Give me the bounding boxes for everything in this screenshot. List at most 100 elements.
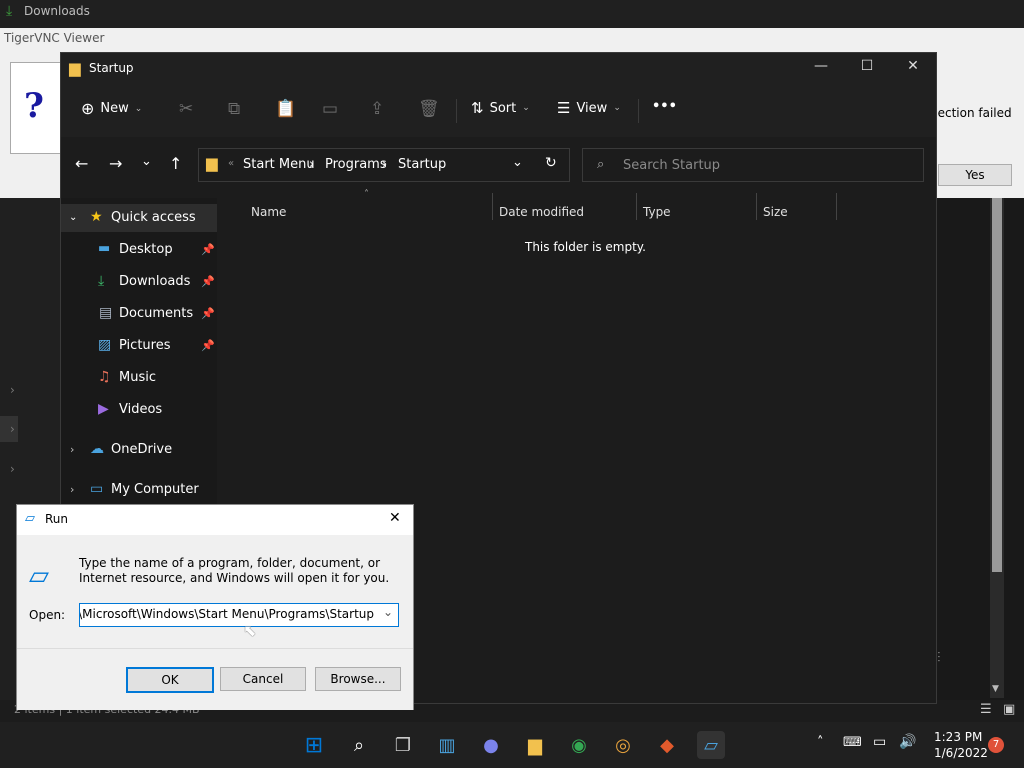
cancel-button[interactable]: Cancel [220,667,306,691]
network-icon[interactable]: ▭ [873,734,886,750]
column-header-type[interactable]: Type [643,205,671,219]
nav-item-label: Pictures [119,338,171,353]
nav-item-label: Music [119,370,156,385]
delete-icon[interactable]: 🗑 [418,99,440,119]
notification-badge[interactable]: 7 [988,737,1004,753]
nav-item-videos[interactable]: ▶ Videos [61,396,217,424]
up-arrow-icon[interactable]: ↑ [169,154,182,173]
pin-icon[interactable]: 📌 [201,243,215,256]
browser-button[interactable]: ◎ [609,731,637,759]
close-button[interactable]: ✕ [890,58,936,74]
rename-icon[interactable]: ▭ [322,99,338,119]
column-header-date-modified[interactable]: Date modified [499,205,584,219]
vnc-yes-button[interactable]: Yes [938,164,1012,186]
sort-button[interactable]: ⇅ Sort ⌄ [471,99,530,117]
nav-my-computer[interactable]: › ▭ My Computer [61,476,217,504]
sort-button-label: Sort [489,100,517,116]
nav-item-pictures[interactable]: ▨ Pictures 📌 [61,332,217,360]
more-options-button[interactable]: ••• [652,99,677,114]
pin-icon[interactable]: 📌 [201,307,215,320]
address-bar[interactable]: ▆ « Start Menu › Programs › Startup ⌄ ↻ [198,148,570,182]
explorer-title-bar[interactable]: ▆ Startup — ☐ ✕ [61,53,936,85]
chevron-down-icon[interactable]: ⌄ [382,605,393,619]
nav-item-documents[interactable]: ▤ Documents 📌 [61,300,217,328]
new-button[interactable]: ⊕ New ⌄ [81,99,142,118]
widgets-button[interactable]: ▥ [433,731,461,759]
pin-icon[interactable]: 📌 [201,275,215,288]
browse-button[interactable]: Browse... [315,667,401,691]
computer-icon: ▭ [90,481,104,497]
run-taskbar-button[interactable]: ▱ [697,731,725,759]
minimize-button[interactable]: — [798,58,844,74]
nav-item-desktop[interactable]: ▬ Desktop 📌 [61,236,217,264]
keyboard-icon[interactable]: ⌨ [843,735,862,750]
music-icon: ♫ [98,369,111,385]
forward-arrow-icon[interactable]: → [109,154,122,173]
nav-item-downloads[interactable]: ⤓ Downloads 📌 [61,268,217,296]
column-separator[interactable] [636,193,637,220]
search-taskbar-button[interactable]: ⌕ [345,731,373,759]
breadcrumb-startup[interactable]: Startup [398,157,446,172]
nav-item-label: Downloads [119,274,191,289]
search-box[interactable]: ⌕ Search Startup [582,148,924,182]
close-icon[interactable]: ✕ [389,510,401,526]
chevron-down-icon[interactable]: ⌄ [69,212,77,223]
search-icon: ⌕ [597,157,605,172]
chat-button[interactable]: ● [477,731,505,759]
file-explorer-taskbar-button[interactable]: ▆ [521,731,549,759]
details-view-icon[interactable]: ☰ [980,702,992,717]
sort-icon: ⇅ [471,99,484,117]
column-header-size[interactable]: Size [763,205,788,219]
chevron-up-icon[interactable]: ˄ [817,735,824,750]
nav-item-label: Documents [119,306,194,321]
column-separator[interactable] [756,193,757,220]
pin-icon[interactable]: 📌 [201,339,215,352]
column-header-name[interactable]: Name [251,205,286,219]
share-icon[interactable]: ⇪ [370,99,384,119]
ok-button[interactable]: OK [126,667,214,693]
breadcrumb-programs[interactable]: Programs [325,157,387,172]
back-arrow-icon[interactable]: ← [75,154,88,173]
scroll-down-icon[interactable]: ▼ [992,684,999,694]
copy-icon[interactable]: ⧉ [228,99,240,119]
chrome-button[interactable]: ◉ [565,731,593,759]
address-dropdown-icon[interactable]: ⌄ [512,155,523,170]
open-combobox[interactable]: \AppData\Roaming\Microsoft\Windows\Start… [79,603,399,627]
selected-row-marker [0,416,18,442]
taskbar: ⊞ ⌕ ❐ ▥ ● ▆ ◉ ◎ ◆ ▱ ˄ ⌨ ▭ 🔊 1:23 PM 1/6/… [0,722,1024,768]
view-button[interactable]: ☰ View ⌄ [557,99,621,117]
chevron-right-icon[interactable]: › [70,483,74,496]
command-bar: ⊕ New ⌄ ✂ ⧉ 📋 ▭ ⇪ 🗑 ⇅ Sort ⌄ ☰ View ⌄ ••… [61,85,936,138]
column-separator[interactable] [492,193,493,220]
chevron-right-icon[interactable]: › [70,443,74,456]
cut-icon[interactable]: ✂ [179,99,193,119]
breadcrumb-overflow-icon[interactable]: « [228,158,234,169]
volume-icon[interactable]: 🔊 [899,734,916,750]
run-title-bar[interactable]: ▱ Run ✕ [17,505,413,535]
open-input[interactable]: \AppData\Roaming\Microsoft\Windows\Start… [80,607,374,621]
clock-time[interactable]: 1:23 PM [934,730,982,744]
recent-locations-chevron-icon[interactable]: ⌄ [141,154,152,169]
clock-date[interactable]: 1/6/2022 [934,746,988,760]
nav-my-computer-label: My Computer [111,482,199,497]
cloud-icon: ☁ [90,441,104,457]
nav-onedrive[interactable]: › ☁ OneDrive [61,436,217,464]
breadcrumb-start-menu[interactable]: Start Menu [243,157,315,172]
paste-icon[interactable]: 📋 [275,99,296,119]
refresh-icon[interactable]: ↻ [545,155,557,171]
maximize-button[interactable]: ☐ [844,58,890,74]
scrollbar-thumb[interactable] [992,198,1002,572]
start-button[interactable]: ⊞ [300,731,328,759]
task-view-button[interactable]: ❐ [389,731,417,759]
nav-quick-access[interactable]: ⌄ ★ Quick access [61,204,217,232]
nav-item-music[interactable]: ♫ Music [61,364,217,392]
app-button[interactable]: ◆ [653,731,681,759]
mouse-cursor-icon: ⬉ [243,621,257,640]
background-scrollbar[interactable]: ▼ [990,198,1004,698]
chevron-down-icon: ⌄ [613,103,621,113]
vnc-message: nection failed [930,106,1012,120]
column-separator[interactable] [836,193,837,220]
tiles-view-icon[interactable]: ▣ [1003,702,1015,717]
nav-item-label: Desktop [119,242,173,257]
new-button-label: New [100,101,129,116]
